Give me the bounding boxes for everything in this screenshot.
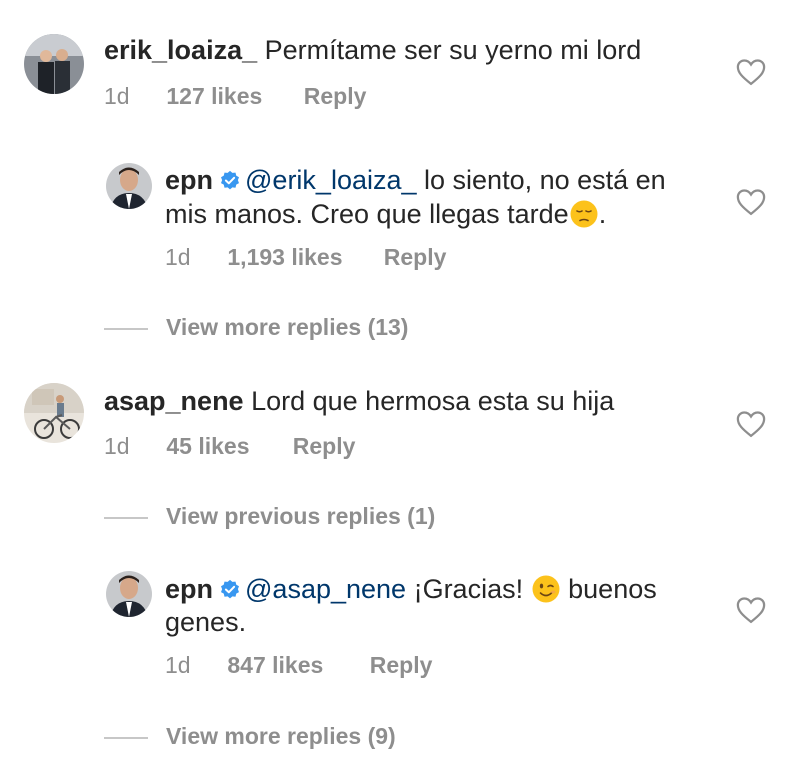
winking-face-icon (532, 575, 560, 603)
reply-likes[interactable]: 1,193 likes (227, 244, 377, 271)
comment-username[interactable]: asap_nene (104, 386, 244, 416)
avatar-photo-icon (106, 571, 152, 617)
comment-text: Lord que hermosa esta su hija (251, 386, 615, 416)
avatar-photo-icon (106, 163, 152, 209)
view-more-replies-button[interactable]: View more replies (9) (104, 723, 396, 750)
divider-line (104, 516, 148, 519)
comment-text-line: asap_nene Lord que hermosa esta su hija (104, 385, 614, 417)
reply-mention-link[interactable]: @asap_nene (245, 574, 406, 604)
reply-text-line-2: mis manos. Creo que llegas tarde . (165, 198, 606, 230)
comment-text-line: erik_loaiza_ Permítame ser su yerno mi l… (104, 34, 641, 66)
comment-likes[interactable]: 127 likes (166, 83, 297, 110)
view-previous-label: View previous replies (1) (166, 503, 436, 529)
pensive-face-icon (570, 200, 598, 228)
reply-mention-link[interactable]: @erik_loaiza_ (245, 165, 417, 195)
avatar-erik-loaiza[interactable] (24, 34, 84, 94)
reply-text-line-2: genes. (165, 606, 246, 638)
comment-username[interactable]: erik_loaiza_ (104, 35, 257, 65)
reply-username[interactable]: epn (165, 574, 213, 604)
reply-text-cont: genes. (165, 607, 247, 637)
reply-text-line-1: epn @asap_nene ¡Gracias! buenos (165, 573, 657, 605)
comment-time: 1d (104, 83, 130, 109)
like-heart-icon[interactable] (736, 410, 766, 438)
reply-text: ¡Gracias! (413, 574, 524, 604)
reply-button[interactable]: Reply (370, 652, 433, 679)
comment-meta: 1d 45 likes Reply (104, 433, 355, 460)
reply-text: lo siento, no está en (424, 165, 666, 195)
reply-time: 1d (165, 652, 191, 678)
reply-text-line-1: epn @erik_loaiza_ lo siento, no está en (165, 164, 666, 196)
comment-meta: 1d 127 likes Reply (104, 83, 366, 110)
view-more-label: View more replies (13) (166, 314, 409, 340)
comment-time: 1d (104, 433, 130, 459)
avatar-photo-icon (24, 34, 84, 94)
verified-badge-icon (221, 170, 239, 190)
comment-likes[interactable]: 45 likes (166, 433, 286, 460)
comment-text: Permítame ser su yerno mi lord (264, 35, 642, 65)
reply-time: 1d (165, 244, 191, 270)
reply-text-cont: mis manos. Creo que llegas tarde (165, 199, 569, 229)
avatar-epn[interactable] (106, 571, 152, 617)
avatar-epn[interactable] (106, 163, 152, 209)
avatar-photo-icon (24, 383, 84, 443)
avatar-asap-nene[interactable] (24, 383, 84, 443)
divider-line (104, 736, 148, 739)
reply-text-end: . (598, 199, 607, 229)
reply-meta: 1d 1,193 likes Reply (165, 244, 446, 271)
divider-line (104, 327, 148, 330)
view-more-replies-button[interactable]: View more replies (13) (104, 314, 408, 341)
like-heart-icon[interactable] (736, 596, 766, 624)
reply-text-b: buenos (568, 574, 657, 604)
reply-button[interactable]: Reply (384, 244, 447, 271)
like-heart-icon[interactable] (736, 188, 766, 216)
reply-username[interactable]: epn (165, 165, 213, 195)
reply-likes[interactable]: 847 likes (227, 652, 363, 679)
view-previous-replies-button[interactable]: View previous replies (1) (104, 503, 435, 530)
view-more-label: View more replies (9) (166, 723, 396, 749)
reply-meta: 1d 847 likes Reply (165, 652, 432, 679)
reply-button[interactable]: Reply (293, 433, 356, 460)
reply-button[interactable]: Reply (304, 83, 367, 110)
verified-badge-icon (221, 579, 239, 599)
like-heart-icon[interactable] (736, 58, 766, 86)
